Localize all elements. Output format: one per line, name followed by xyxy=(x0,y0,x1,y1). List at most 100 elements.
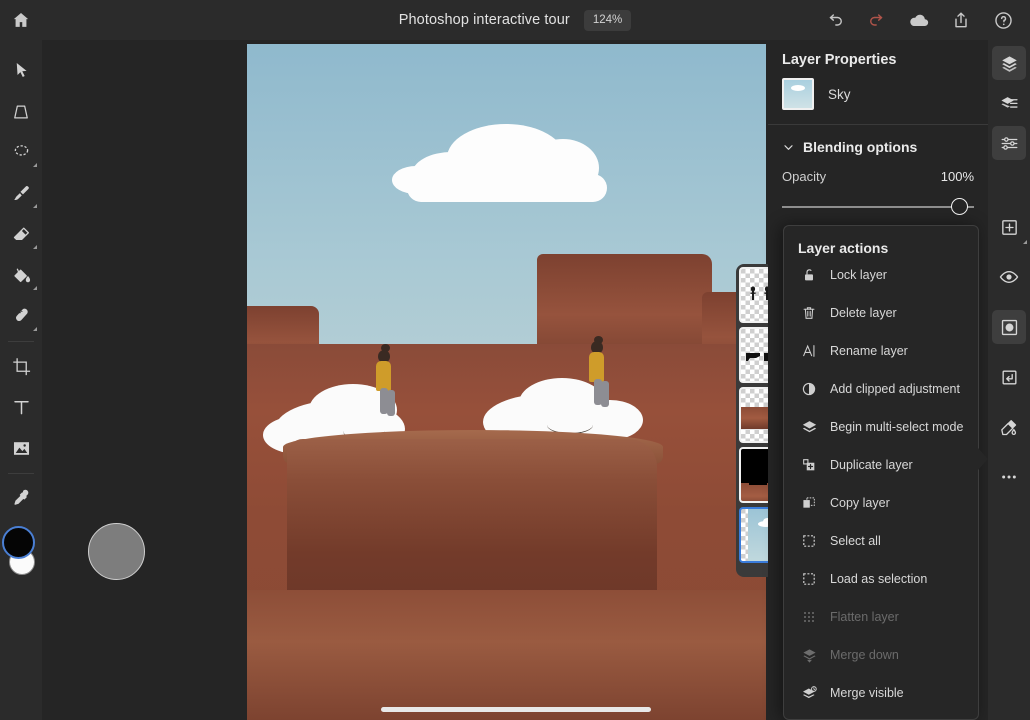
horizontal-scrollbar[interactable] xyxy=(381,707,651,712)
help-button[interactable] xyxy=(984,1,1022,39)
toolbar-divider xyxy=(8,473,34,474)
redo-button[interactable] xyxy=(858,1,896,39)
healing-brush-tool[interactable] xyxy=(1,296,41,337)
flyout-indicator xyxy=(33,204,37,208)
eyedropper-tool[interactable] xyxy=(1,478,41,519)
blending-options-header[interactable]: Blending options xyxy=(768,125,988,155)
flyout-indicator xyxy=(1023,240,1027,244)
top-bar: Photoshop interactive tour 124% xyxy=(0,0,1030,40)
layer-actions-popup: Layer actions Lock layer Delete layer xyxy=(783,225,979,720)
brush-tool[interactable] xyxy=(1,173,41,214)
flyout-indicator xyxy=(33,245,37,249)
menu-item-select-all[interactable]: Select all xyxy=(784,522,978,560)
trash-icon xyxy=(800,304,818,322)
paint-bucket-icon xyxy=(11,265,32,286)
foreground-color-swatch[interactable] xyxy=(2,526,35,559)
menu-item-merge-visible[interactable]: Merge visible xyxy=(784,674,978,712)
menu-item-add-clipped-adjustment[interactable]: Add clipped adjustment xyxy=(784,370,978,408)
menu-item-label: Begin multi-select mode xyxy=(830,420,963,434)
menu-item-begin-multi-select-mode[interactable]: Begin multi-select mode xyxy=(784,408,978,446)
eraser-icon xyxy=(11,224,32,245)
opacity-value: 100% xyxy=(941,169,974,184)
undo-icon xyxy=(825,10,845,30)
opacity-slider-knob[interactable] xyxy=(951,198,968,215)
top-bar-actions xyxy=(816,0,1022,40)
flyout-indicator xyxy=(33,163,37,167)
rail-blend[interactable] xyxy=(992,410,1026,444)
menu-item-delete-layer[interactable]: Delete layer xyxy=(784,294,978,332)
cursor-arrow-icon xyxy=(12,61,31,80)
share-button[interactable] xyxy=(942,1,980,39)
menu-item-label: Rename layer xyxy=(830,344,908,358)
rail-add-layer[interactable] xyxy=(992,210,1026,244)
rail-layer-list[interactable] xyxy=(992,86,1026,120)
undo-button[interactable] xyxy=(816,1,854,39)
half-circle-icon xyxy=(800,380,818,398)
cloud-icon xyxy=(907,8,931,32)
canvas-area[interactable] xyxy=(42,40,768,720)
cloud-button[interactable] xyxy=(900,1,938,39)
selected-layer-thumbnail xyxy=(782,78,814,110)
place-image-tool[interactable] xyxy=(1,428,41,469)
layer-actions-title: Layer actions xyxy=(784,226,978,256)
paint-bucket-tool[interactable] xyxy=(1,255,41,296)
move-tool[interactable] xyxy=(1,50,41,91)
add-plus-square-icon xyxy=(1000,218,1019,237)
rail-more[interactable] xyxy=(992,460,1026,494)
color-swatches[interactable] xyxy=(1,525,41,587)
dashed-square-icon xyxy=(800,570,818,588)
transform-tool[interactable] xyxy=(1,91,41,132)
chevron-down-icon xyxy=(782,141,795,154)
more-dots-icon xyxy=(999,467,1019,487)
page-title: Photoshop interactive tour xyxy=(399,12,570,28)
rail-visibility[interactable] xyxy=(992,260,1026,294)
crop-tool[interactable] xyxy=(1,346,41,387)
zoom-level-badge[interactable]: 124% xyxy=(584,10,631,31)
menu-item-lock-layer[interactable]: Lock layer xyxy=(784,256,978,294)
layer-list-icon xyxy=(1000,94,1019,113)
rename-text-icon xyxy=(800,342,818,360)
duplicate-icon xyxy=(800,456,818,474)
document-canvas[interactable] xyxy=(247,44,766,720)
eraser-tool[interactable] xyxy=(1,214,41,255)
mask-circle-icon xyxy=(1000,318,1019,337)
rail-adjustments[interactable] xyxy=(992,126,1026,160)
blending-options-label: Blending options xyxy=(803,139,917,155)
type-tool[interactable] xyxy=(1,387,41,428)
rail-layers[interactable] xyxy=(992,46,1026,80)
menu-item-duplicate-layer[interactable]: Duplicate layer xyxy=(784,446,978,484)
flyout-indicator xyxy=(33,286,37,290)
home-button[interactable] xyxy=(0,0,42,40)
redo-icon xyxy=(867,10,887,30)
eyedropper-icon xyxy=(11,488,32,509)
lasso-icon xyxy=(11,142,32,163)
eye-icon xyxy=(999,267,1019,287)
opacity-slider[interactable] xyxy=(782,198,974,216)
rail-mask[interactable] xyxy=(992,310,1026,344)
toolbar-divider xyxy=(8,341,34,342)
selected-layer-row[interactable]: Sky xyxy=(768,68,988,125)
crop-icon xyxy=(11,356,32,377)
layers-stack-icon xyxy=(800,418,818,436)
merge-down-icon xyxy=(800,646,818,664)
menu-item-label: Merge visible xyxy=(830,686,904,700)
sliders-icon xyxy=(1000,134,1019,153)
menu-item-label: Flatten layer xyxy=(830,610,899,624)
opacity-label: Opacity xyxy=(782,169,826,184)
menu-item-copy-layer[interactable]: Copy layer xyxy=(784,484,978,522)
merge-visible-icon xyxy=(800,684,818,702)
menu-item-load-as-selection[interactable]: Load as selection xyxy=(784,560,978,598)
opacity-row: Opacity 100% xyxy=(768,155,988,184)
text-type-icon xyxy=(11,397,32,418)
clipping-arrow-icon xyxy=(1000,368,1019,387)
lasso-tool[interactable] xyxy=(1,132,41,173)
popup-caret xyxy=(978,448,988,470)
menu-item-rename-layer[interactable]: Rename layer xyxy=(784,332,978,370)
left-toolbar xyxy=(0,40,42,720)
menu-item-merge-down: Merge down xyxy=(784,636,978,674)
rail-clipping[interactable] xyxy=(992,360,1026,394)
foreground-ground xyxy=(247,590,766,720)
image-icon xyxy=(11,438,32,459)
help-circle-icon xyxy=(993,10,1014,31)
lock-icon xyxy=(800,266,818,284)
